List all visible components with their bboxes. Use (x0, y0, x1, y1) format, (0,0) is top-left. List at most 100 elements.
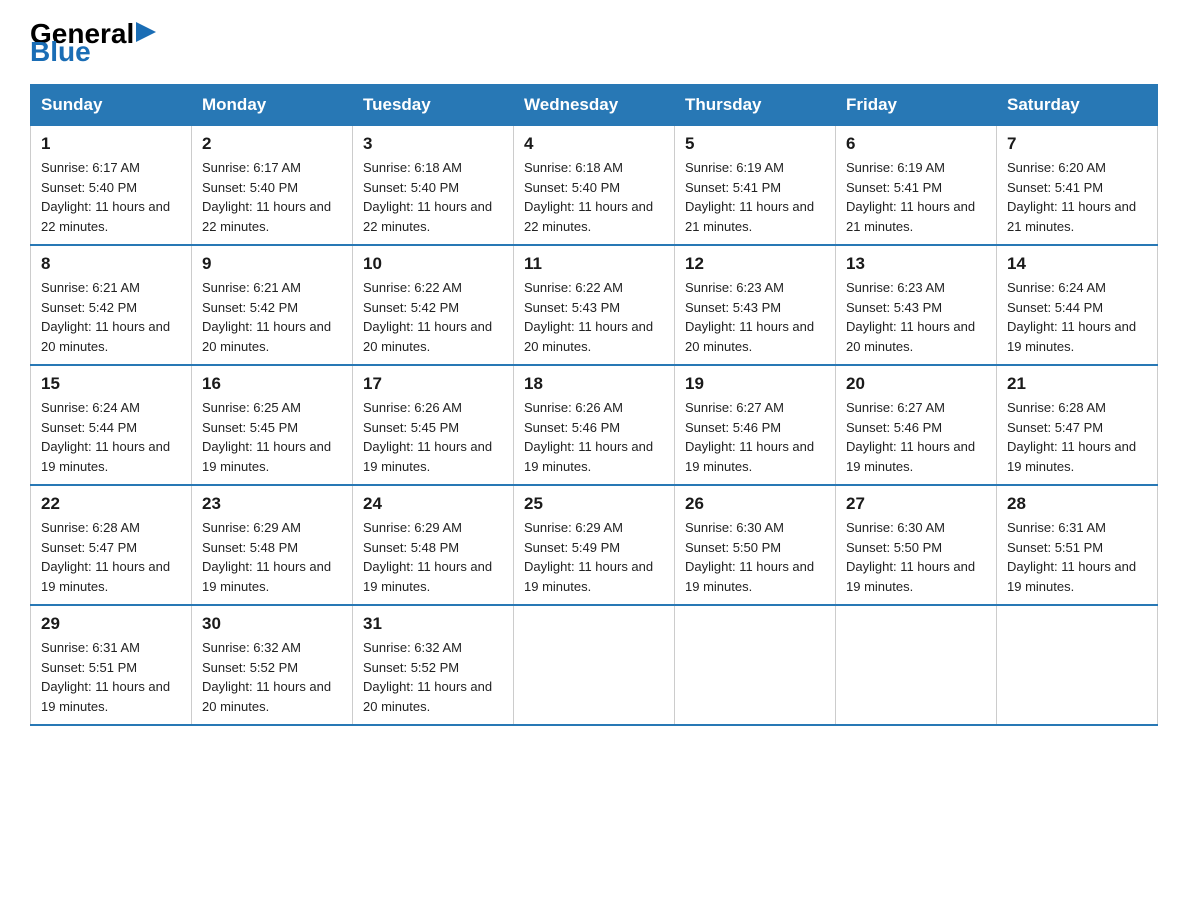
calendar-cell: 19 Sunrise: 6:27 AMSunset: 5:46 PMDaylig… (675, 365, 836, 485)
calendar-cell: 12 Sunrise: 6:23 AMSunset: 5:43 PMDaylig… (675, 245, 836, 365)
day-detail: Sunrise: 6:28 AMSunset: 5:47 PMDaylight:… (41, 520, 170, 594)
day-detail: Sunrise: 6:30 AMSunset: 5:50 PMDaylight:… (846, 520, 975, 594)
day-detail: Sunrise: 6:25 AMSunset: 5:45 PMDaylight:… (202, 400, 331, 474)
calendar-week-row: 29 Sunrise: 6:31 AMSunset: 5:51 PMDaylig… (31, 605, 1158, 725)
day-detail: Sunrise: 6:30 AMSunset: 5:50 PMDaylight:… (685, 520, 814, 594)
calendar-cell (836, 605, 997, 725)
day-detail: Sunrise: 6:32 AMSunset: 5:52 PMDaylight:… (202, 640, 331, 714)
day-number: 19 (685, 374, 825, 394)
day-detail: Sunrise: 6:19 AMSunset: 5:41 PMDaylight:… (685, 160, 814, 234)
calendar-cell: 1 Sunrise: 6:17 AMSunset: 5:40 PMDayligh… (31, 126, 192, 246)
calendar-week-row: 22 Sunrise: 6:28 AMSunset: 5:47 PMDaylig… (31, 485, 1158, 605)
day-detail: Sunrise: 6:21 AMSunset: 5:42 PMDaylight:… (41, 280, 170, 354)
day-detail: Sunrise: 6:18 AMSunset: 5:40 PMDaylight:… (363, 160, 492, 234)
header-sunday: Sunday (31, 85, 192, 126)
calendar-week-row: 8 Sunrise: 6:21 AMSunset: 5:42 PMDayligh… (31, 245, 1158, 365)
day-detail: Sunrise: 6:19 AMSunset: 5:41 PMDaylight:… (846, 160, 975, 234)
day-detail: Sunrise: 6:17 AMSunset: 5:40 PMDaylight:… (202, 160, 331, 234)
header-thursday: Thursday (675, 85, 836, 126)
calendar-cell: 10 Sunrise: 6:22 AMSunset: 5:42 PMDaylig… (353, 245, 514, 365)
day-number: 13 (846, 254, 986, 274)
calendar-week-row: 1 Sunrise: 6:17 AMSunset: 5:40 PMDayligh… (31, 126, 1158, 246)
day-number: 16 (202, 374, 342, 394)
day-number: 8 (41, 254, 181, 274)
day-number: 9 (202, 254, 342, 274)
day-number: 3 (363, 134, 503, 154)
day-number: 25 (524, 494, 664, 514)
day-number: 28 (1007, 494, 1147, 514)
calendar-cell: 31 Sunrise: 6:32 AMSunset: 5:52 PMDaylig… (353, 605, 514, 725)
day-detail: Sunrise: 6:24 AMSunset: 5:44 PMDaylight:… (41, 400, 170, 474)
calendar-cell: 13 Sunrise: 6:23 AMSunset: 5:43 PMDaylig… (836, 245, 997, 365)
day-detail: Sunrise: 6:27 AMSunset: 5:46 PMDaylight:… (685, 400, 814, 474)
calendar-cell (997, 605, 1158, 725)
day-number: 24 (363, 494, 503, 514)
day-detail: Sunrise: 6:20 AMSunset: 5:41 PMDaylight:… (1007, 160, 1136, 234)
calendar-cell: 11 Sunrise: 6:22 AMSunset: 5:43 PMDaylig… (514, 245, 675, 365)
calendar-cell: 5 Sunrise: 6:19 AMSunset: 5:41 PMDayligh… (675, 126, 836, 246)
header-tuesday: Tuesday (353, 85, 514, 126)
day-number: 23 (202, 494, 342, 514)
header-monday: Monday (192, 85, 353, 126)
calendar-cell: 3 Sunrise: 6:18 AMSunset: 5:40 PMDayligh… (353, 126, 514, 246)
day-number: 11 (524, 254, 664, 274)
calendar-cell: 15 Sunrise: 6:24 AMSunset: 5:44 PMDaylig… (31, 365, 192, 485)
day-detail: Sunrise: 6:22 AMSunset: 5:42 PMDaylight:… (363, 280, 492, 354)
calendar-cell: 27 Sunrise: 6:30 AMSunset: 5:50 PMDaylig… (836, 485, 997, 605)
calendar-cell: 14 Sunrise: 6:24 AMSunset: 5:44 PMDaylig… (997, 245, 1158, 365)
day-number: 1 (41, 134, 181, 154)
day-detail: Sunrise: 6:31 AMSunset: 5:51 PMDaylight:… (41, 640, 170, 714)
day-number: 6 (846, 134, 986, 154)
calendar-week-row: 15 Sunrise: 6:24 AMSunset: 5:44 PMDaylig… (31, 365, 1158, 485)
calendar-cell: 24 Sunrise: 6:29 AMSunset: 5:48 PMDaylig… (353, 485, 514, 605)
day-number: 17 (363, 374, 503, 394)
day-number: 12 (685, 254, 825, 274)
day-detail: Sunrise: 6:26 AMSunset: 5:46 PMDaylight:… (524, 400, 653, 474)
calendar-cell: 17 Sunrise: 6:26 AMSunset: 5:45 PMDaylig… (353, 365, 514, 485)
calendar-cell: 26 Sunrise: 6:30 AMSunset: 5:50 PMDaylig… (675, 485, 836, 605)
day-detail: Sunrise: 6:32 AMSunset: 5:52 PMDaylight:… (363, 640, 492, 714)
day-number: 18 (524, 374, 664, 394)
day-number: 21 (1007, 374, 1147, 394)
calendar-cell: 22 Sunrise: 6:28 AMSunset: 5:47 PMDaylig… (31, 485, 192, 605)
calendar-cell: 7 Sunrise: 6:20 AMSunset: 5:41 PMDayligh… (997, 126, 1158, 246)
header-saturday: Saturday (997, 85, 1158, 126)
calendar-cell (514, 605, 675, 725)
calendar-cell: 18 Sunrise: 6:26 AMSunset: 5:46 PMDaylig… (514, 365, 675, 485)
day-detail: Sunrise: 6:28 AMSunset: 5:47 PMDaylight:… (1007, 400, 1136, 474)
calendar-cell: 16 Sunrise: 6:25 AMSunset: 5:45 PMDaylig… (192, 365, 353, 485)
calendar-cell: 8 Sunrise: 6:21 AMSunset: 5:42 PMDayligh… (31, 245, 192, 365)
day-detail: Sunrise: 6:22 AMSunset: 5:43 PMDaylight:… (524, 280, 653, 354)
day-number: 10 (363, 254, 503, 274)
day-detail: Sunrise: 6:24 AMSunset: 5:44 PMDaylight:… (1007, 280, 1136, 354)
logo: General Blue (30, 20, 156, 66)
day-number: 7 (1007, 134, 1147, 154)
logo-triangle-icon (136, 22, 156, 42)
day-detail: Sunrise: 6:29 AMSunset: 5:49 PMDaylight:… (524, 520, 653, 594)
day-number: 27 (846, 494, 986, 514)
logo-blue-text: Blue (30, 38, 91, 66)
calendar-cell: 23 Sunrise: 6:29 AMSunset: 5:48 PMDaylig… (192, 485, 353, 605)
day-number: 29 (41, 614, 181, 634)
calendar-cell: 20 Sunrise: 6:27 AMSunset: 5:46 PMDaylig… (836, 365, 997, 485)
calendar-cell: 4 Sunrise: 6:18 AMSunset: 5:40 PMDayligh… (514, 126, 675, 246)
calendar-cell: 2 Sunrise: 6:17 AMSunset: 5:40 PMDayligh… (192, 126, 353, 246)
calendar-cell: 30 Sunrise: 6:32 AMSunset: 5:52 PMDaylig… (192, 605, 353, 725)
day-number: 4 (524, 134, 664, 154)
day-number: 14 (1007, 254, 1147, 274)
day-detail: Sunrise: 6:27 AMSunset: 5:46 PMDaylight:… (846, 400, 975, 474)
header-wednesday: Wednesday (514, 85, 675, 126)
calendar-cell: 9 Sunrise: 6:21 AMSunset: 5:42 PMDayligh… (192, 245, 353, 365)
day-number: 30 (202, 614, 342, 634)
day-detail: Sunrise: 6:23 AMSunset: 5:43 PMDaylight:… (685, 280, 814, 354)
day-number: 22 (41, 494, 181, 514)
calendar-cell: 25 Sunrise: 6:29 AMSunset: 5:49 PMDaylig… (514, 485, 675, 605)
calendar-table: SundayMondayTuesdayWednesdayThursdayFrid… (30, 84, 1158, 726)
calendar-cell (675, 605, 836, 725)
page-header: General Blue (30, 20, 1158, 66)
day-detail: Sunrise: 6:21 AMSunset: 5:42 PMDaylight:… (202, 280, 331, 354)
calendar-cell: 21 Sunrise: 6:28 AMSunset: 5:47 PMDaylig… (997, 365, 1158, 485)
day-number: 20 (846, 374, 986, 394)
day-detail: Sunrise: 6:31 AMSunset: 5:51 PMDaylight:… (1007, 520, 1136, 594)
day-detail: Sunrise: 6:17 AMSunset: 5:40 PMDaylight:… (41, 160, 170, 234)
